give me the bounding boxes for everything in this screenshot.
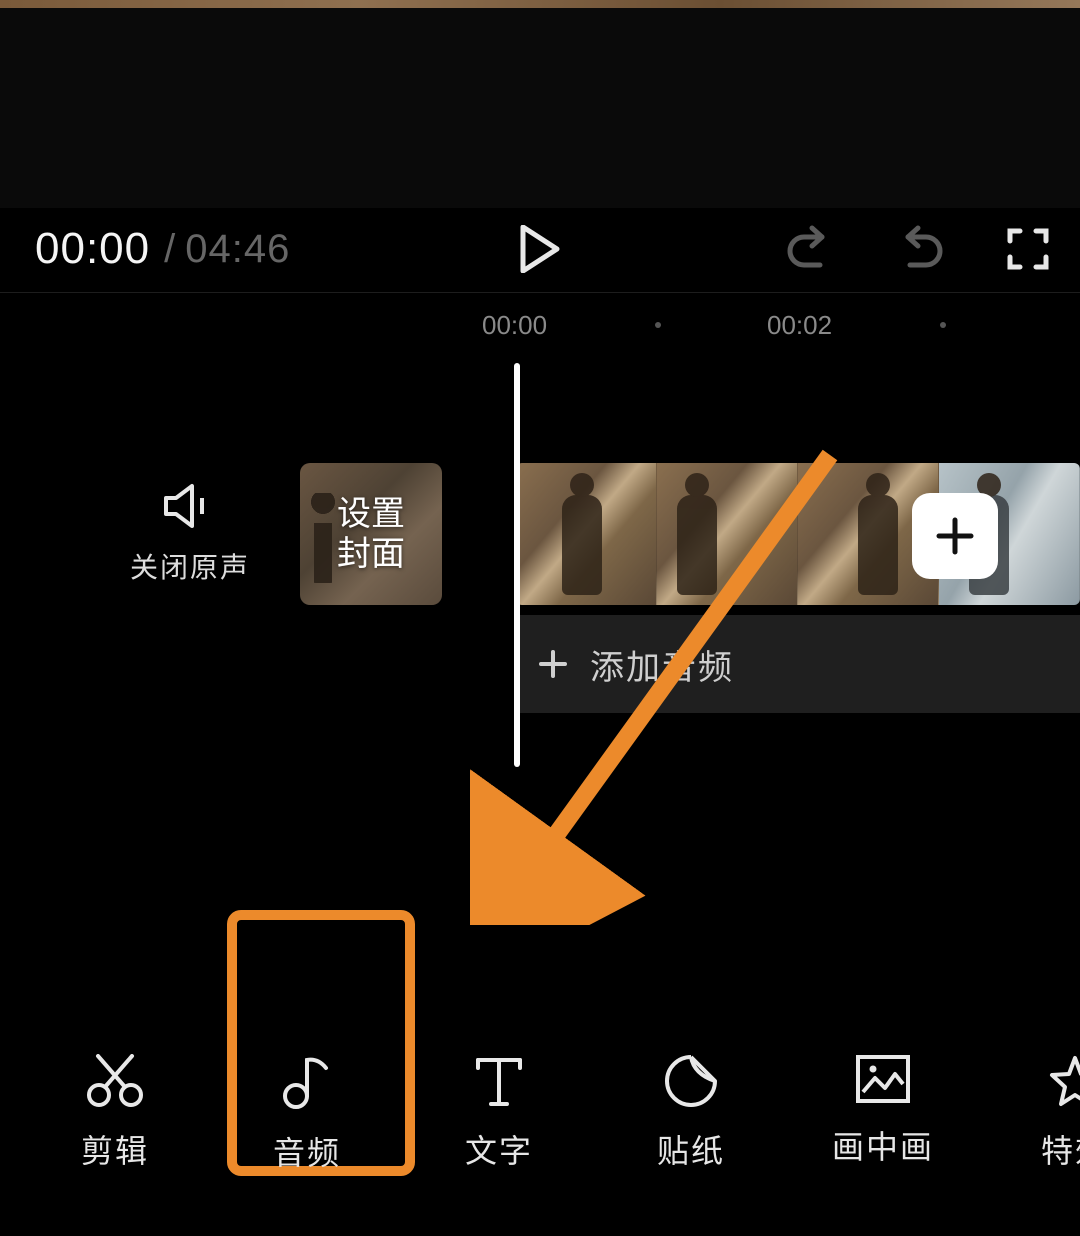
preview-thumbnail-strip [0,0,1080,8]
timeline[interactable]: 关闭原声 设置 封面 添加音频 [0,363,1080,803]
set-cover-button[interactable]: 设置 封面 [300,463,442,605]
tool-sticker[interactable]: 贴纸 [646,1054,736,1174]
add-clip-button[interactable] [912,493,998,579]
playhead[interactable] [514,363,520,767]
fullscreen-button[interactable] [1006,227,1050,271]
mute-label: 关闭原声 [130,546,250,586]
redo-icon [896,225,944,273]
video-preview[interactable] [0,8,1080,208]
tool-text[interactable]: 文字 [454,1054,544,1174]
undo-button[interactable] [786,225,834,273]
ruler-tick-1: 00:02 [767,310,832,341]
tool-label: 画中画 [832,1122,934,1168]
set-cover-label: 设置 封面 [337,494,405,574]
total-time: 04:46 [185,227,290,272]
undo-icon [786,225,834,273]
add-audio-track-button[interactable]: 添加音频 [516,615,1080,713]
clip-frame [516,463,657,605]
star-icon [1048,1054,1080,1108]
ruler-dot [655,322,661,328]
clip-frame [657,463,798,605]
time-separator: / [164,227,175,272]
cover-thumbnail [308,493,338,583]
speaker-icon [164,483,216,529]
ruler-tick-0: 00:00 [482,310,547,341]
redo-button[interactable] [896,225,944,273]
play-icon [519,225,561,273]
current-time: 00:00 [35,224,150,274]
timeline-ruler[interactable]: 00:00 00:02 [0,293,1080,353]
plus-icon [934,515,976,557]
tool-effect[interactable]: 特效 [1030,1054,1080,1174]
tool-label: 剪辑 [81,1126,149,1172]
tool-pip[interactable]: 画中画 [838,1054,928,1174]
tool-label: 特效 [1041,1126,1080,1172]
music-note-icon [282,1054,332,1110]
play-button[interactable] [519,225,561,273]
mute-original-audio-button[interactable]: 关闭原声 [130,483,250,586]
picture-in-picture-icon [855,1054,911,1104]
tool-label: 音频 [273,1128,341,1174]
sticker-icon [664,1054,718,1108]
playback-bar: 00:00 / 04:46 [0,208,1080,290]
tool-label: 文字 [465,1126,533,1172]
bottom-toolbar: 剪辑 音频 文字 贴纸 画中画 特效 [0,1054,1080,1174]
fullscreen-icon [1006,227,1050,271]
tool-cut[interactable]: 剪辑 [70,1054,160,1174]
ruler-dot [940,322,946,328]
tool-audio[interactable]: 音频 [262,1054,352,1174]
scissors-icon [86,1054,144,1108]
text-icon [474,1054,524,1108]
add-audio-label: 添加音频 [590,640,734,689]
tool-label: 贴纸 [657,1126,725,1172]
plus-icon [538,649,568,679]
